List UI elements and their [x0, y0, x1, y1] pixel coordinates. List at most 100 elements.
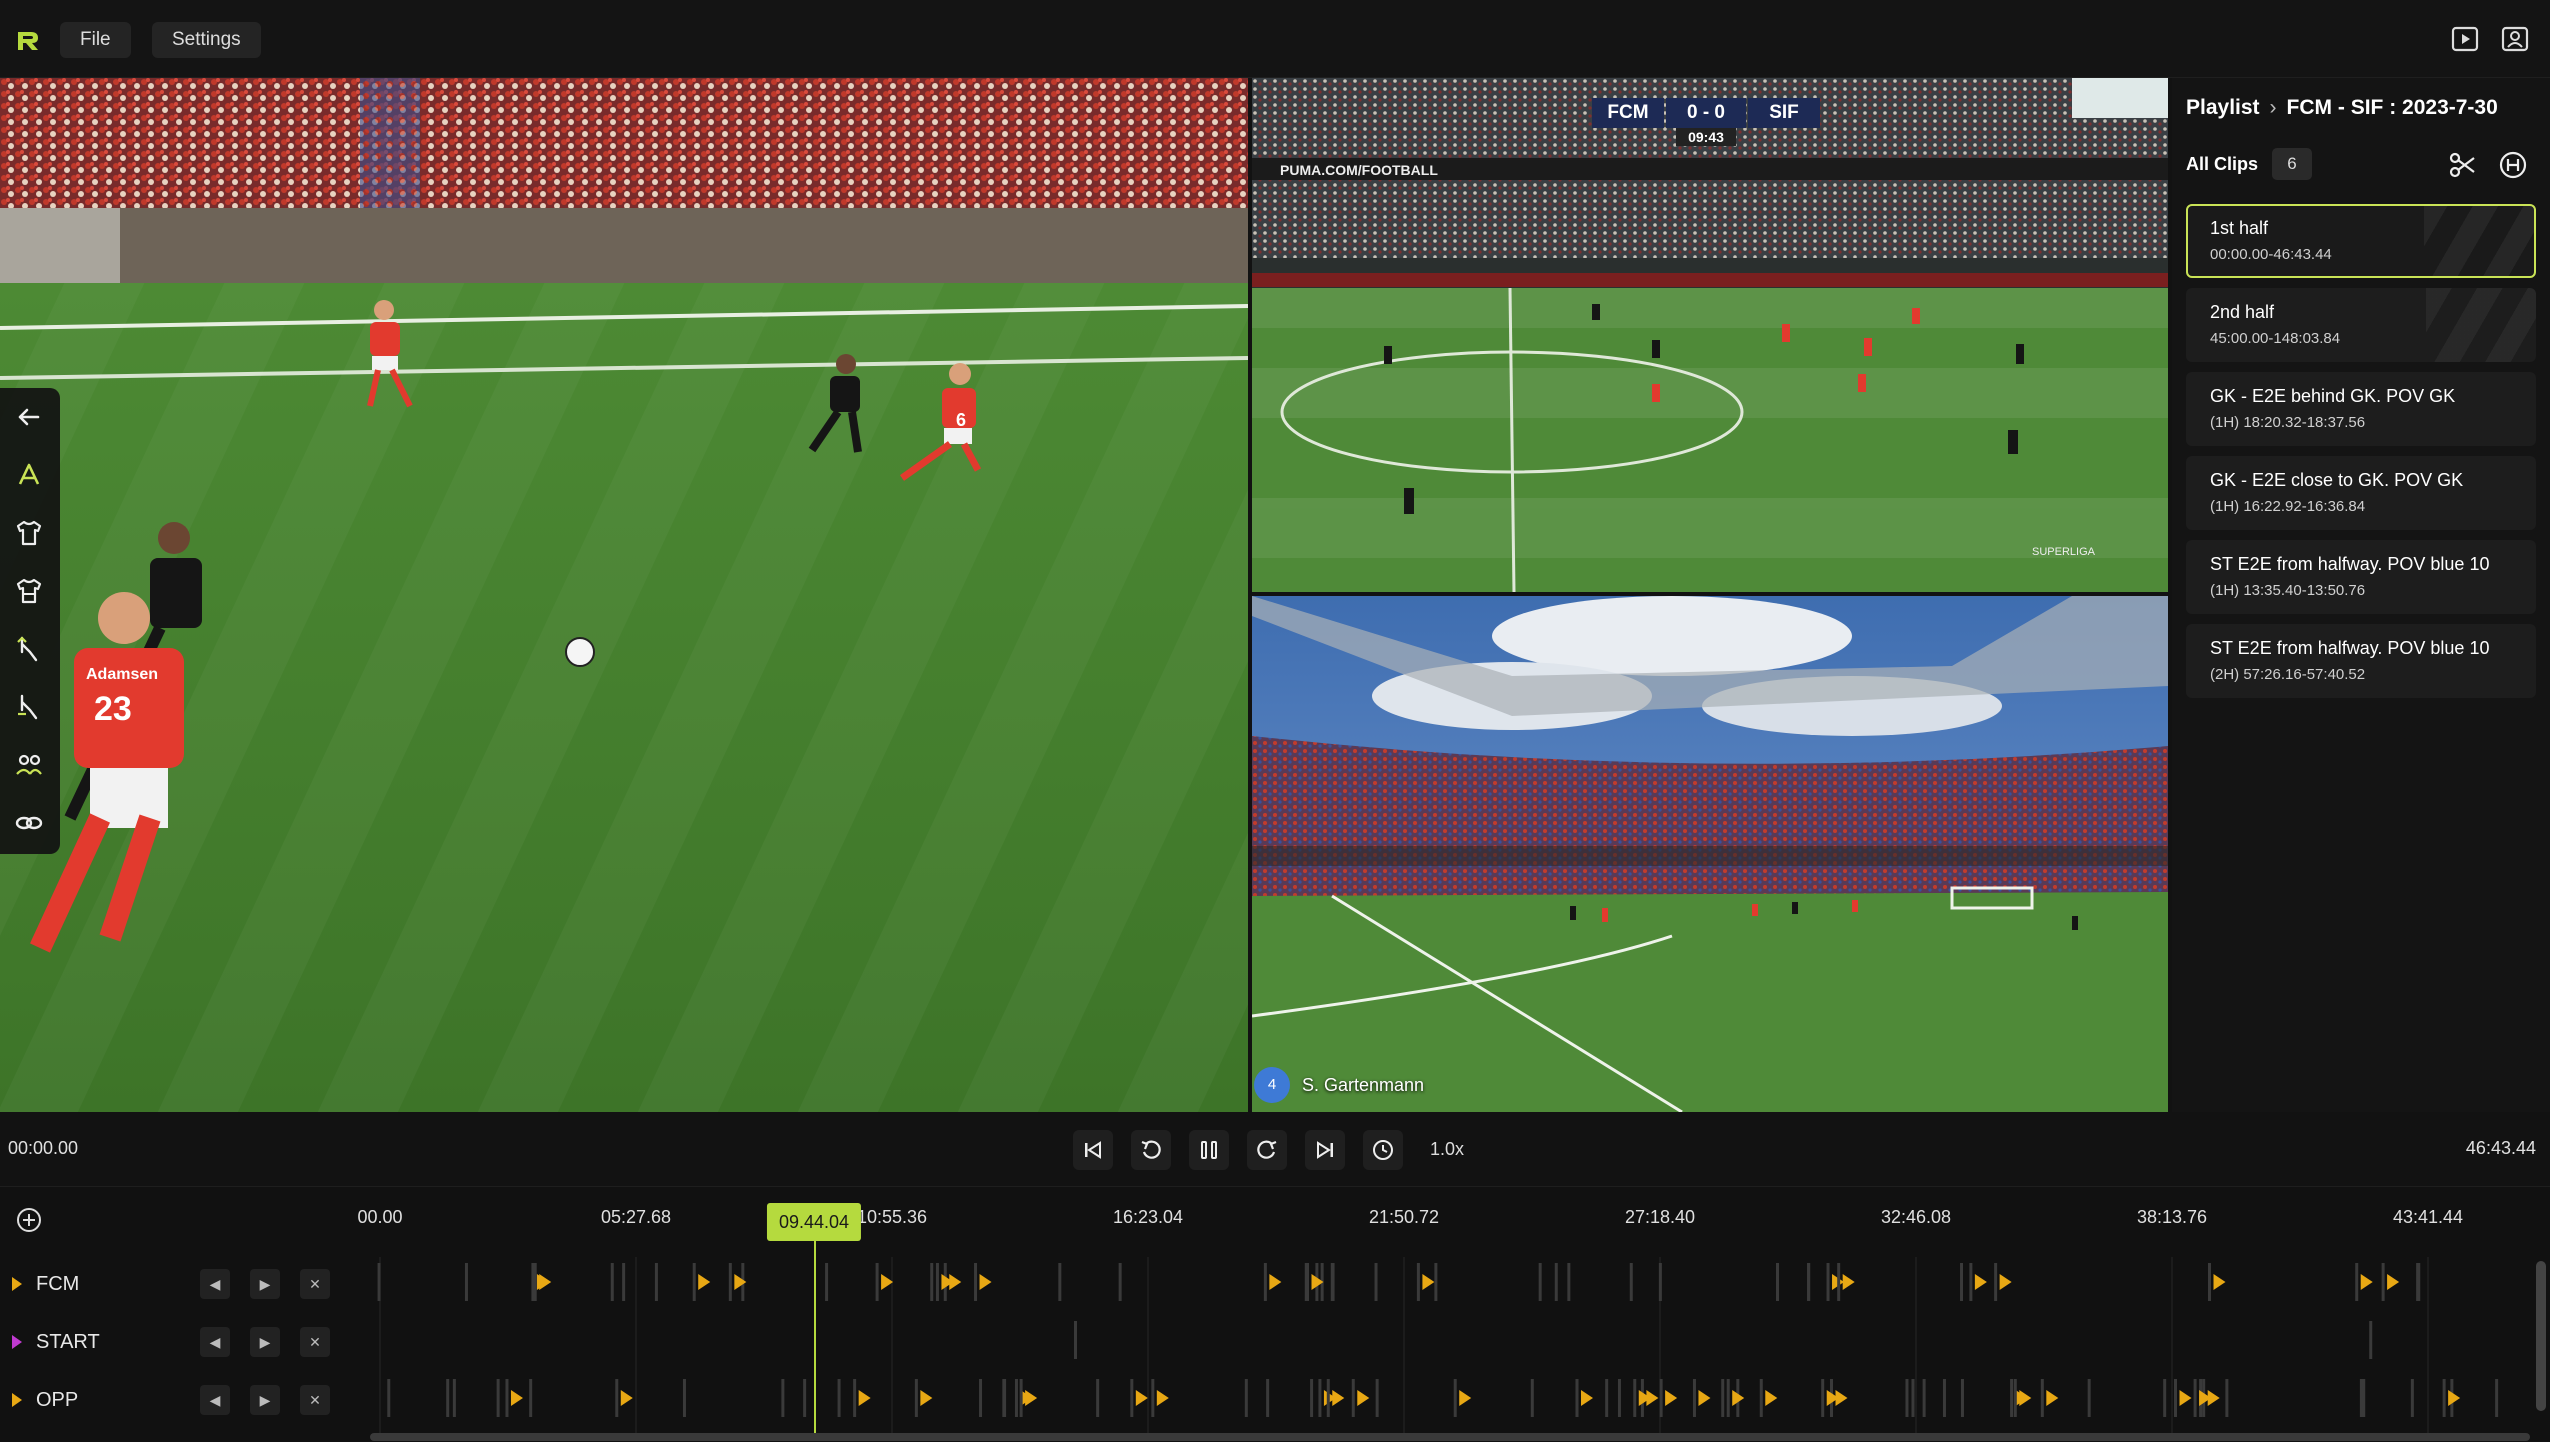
- track-play-icon[interactable]: [12, 1393, 22, 1407]
- next-event-button[interactable]: ▶: [250, 1327, 280, 1357]
- clip-title: GK - E2E close to GK. POV GK: [2210, 470, 2464, 490]
- highlight-icon[interactable]: [2496, 148, 2530, 182]
- track-fcm[interactable]: FCM ◀ ▶ ✕: [0, 1259, 360, 1309]
- app-logo-icon[interactable]: [14, 26, 42, 54]
- play-video-icon[interactable]: [2450, 24, 2480, 54]
- vertical-scrollbar[interactable]: [2536, 1261, 2546, 1411]
- track-play-icon[interactable]: [12, 1277, 22, 1291]
- playhead[interactable]: 09.44.04: [766, 1203, 862, 1241]
- event-marker: [510, 1390, 523, 1406]
- prev-event-button[interactable]: ◀: [200, 1327, 230, 1357]
- player-number: 4: [1254, 1067, 1290, 1103]
- event-marker: [1357, 1390, 1370, 1406]
- event-marker: [1580, 1390, 1593, 1406]
- stadium-view[interactable]: [1252, 596, 2168, 1112]
- back-arrow-icon[interactable]: [12, 400, 46, 434]
- clip-item[interactable]: GK - E2E behind GK. POV GK (1H) 18:20.32…: [2186, 372, 2536, 446]
- event-marker: [1135, 1390, 1148, 1406]
- event-marker: [1156, 1390, 1169, 1406]
- prev-event-button[interactable]: ◀: [200, 1385, 230, 1415]
- event-marker: [920, 1390, 933, 1406]
- pointer-hand-icon[interactable]: [12, 690, 46, 724]
- skip-end-icon: [1317, 1141, 1333, 1159]
- clip-time: (1H) 13:35.40-13:50.76: [2210, 582, 2366, 599]
- shirt-number: 23: [94, 690, 132, 728]
- event-marker: [1999, 1274, 2012, 1290]
- time-tick: 27:18.40: [1624, 1207, 1696, 1227]
- score: 0 - 0: [1666, 98, 1746, 128]
- home-team: FCM: [1592, 98, 1664, 128]
- event-marker: [1422, 1274, 1435, 1290]
- player-name: S. Gartenmann: [1302, 1074, 1425, 1095]
- horizontal-scrollbar[interactable]: [370, 1433, 2530, 1441]
- playback-speed[interactable]: 1.0x: [1430, 1139, 1464, 1160]
- remove-track-button[interactable]: ✕: [300, 1385, 330, 1415]
- main-3d-view[interactable]: Adamsen 23 6: [0, 78, 1248, 1112]
- clip-item[interactable]: ST E2E from halfway. POV blue 10 (1H) 13…: [2186, 540, 2536, 614]
- clip-item[interactable]: ST E2E from halfway. POV blue 10 (2H) 57…: [2186, 624, 2536, 698]
- remove-track-button[interactable]: ✕: [300, 1269, 330, 1299]
- time-tick: 16:23.04: [1112, 1207, 1184, 1227]
- total-time: 46:43.44: [2465, 1138, 2536, 1158]
- track-name: START: [36, 1330, 100, 1353]
- draw-cone-icon[interactable]: [12, 458, 46, 492]
- clock-button[interactable]: [1363, 1130, 1403, 1170]
- track-opp[interactable]: OPP ◀ ▶ ✕: [0, 1375, 360, 1425]
- clip-title: ST E2E from halfway. POV blue 10: [2210, 638, 2490, 658]
- broadcast-view[interactable]: PUMA.COM/FOOTBALL SUPERLIGA: [1252, 78, 2168, 592]
- breadcrumb-playlist[interactable]: Playlist: [2186, 96, 2260, 119]
- away-shirt-icon[interactable]: [12, 574, 46, 608]
- add-track-icon[interactable]: [14, 1205, 44, 1235]
- league-logo: SUPERLIGA: [2032, 546, 2095, 558]
- shirt-number-2: 6: [956, 410, 967, 430]
- event-marker: [2213, 1274, 2226, 1290]
- event-marker: [1974, 1274, 1987, 1290]
- player-tag[interactable]: 4 S. Gartenmann: [1254, 1066, 1424, 1104]
- file-menu[interactable]: File: [60, 22, 131, 58]
- skip-start-icon: [1085, 1141, 1101, 1159]
- next-event-button[interactable]: ▶: [250, 1269, 280, 1299]
- time-ruler[interactable]: 00.00 05:27.68 10:55.36 16:23.04 21:50.72 27:…: [356, 1207, 2536, 1237]
- playlist-panel: Playlist › FCM - SIF : 2023-7-30 All Clips…: [2172, 78, 2550, 1112]
- chevron-right-icon: ›: [2269, 96, 2277, 119]
- remove-track-button[interactable]: ✕: [300, 1327, 330, 1357]
- track-start[interactable]: START ◀ ▶ ✕: [0, 1317, 360, 1367]
- event-marker: [539, 1274, 552, 1290]
- clip-title: 2nd half: [2210, 302, 2275, 322]
- select-hand-icon[interactable]: [12, 632, 46, 666]
- track-name: OPP: [36, 1388, 79, 1411]
- ad-board-text: PUMA.COM/FOOTBALL: [1280, 162, 1438, 178]
- event-marker: [2387, 1274, 2400, 1290]
- scissors-icon[interactable]: [2446, 148, 2480, 182]
- clip-time: (1H) 18:20.32-18:37.56: [2210, 414, 2366, 431]
- event-marker: [1765, 1390, 1778, 1406]
- match-clock: 09:43: [1676, 128, 1736, 146]
- time-tick: 43:41.44: [2392, 1207, 2464, 1227]
- settings-menu[interactable]: Settings: [152, 22, 261, 58]
- chain-link-icon[interactable]: [12, 806, 46, 840]
- clip-item[interactable]: GK - E2E close to GK. POV GK (1H) 16:22.…: [2186, 456, 2536, 530]
- event-marker: [2046, 1390, 2059, 1406]
- player-link-icon[interactable]: [12, 748, 46, 782]
- rewind-button[interactable]: [1131, 1130, 1171, 1170]
- home-shirt-icon[interactable]: [12, 516, 46, 550]
- time-tick: 10:55.36: [856, 1207, 928, 1227]
- clip-time: (1H) 16:22.92-16:36.84: [2210, 498, 2366, 515]
- clip-item-2nd-half[interactable]: 2nd half 45:00.00-148:03.84: [2186, 288, 2536, 362]
- track-play-icon[interactable]: [12, 1335, 22, 1349]
- forward-button[interactable]: [1247, 1130, 1287, 1170]
- event-marker: [979, 1274, 992, 1290]
- forward-icon: [1257, 1140, 1277, 1159]
- prev-event-button[interactable]: ◀: [200, 1269, 230, 1299]
- skip-end-button[interactable]: [1305, 1130, 1345, 1170]
- clip-item-1st-half[interactable]: 1st half 00:00.00-46:43.44: [2186, 204, 2536, 278]
- time-tick: 21:50.72: [1368, 1207, 1440, 1227]
- pause-button[interactable]: [1189, 1130, 1229, 1170]
- track-area[interactable]: [356, 1257, 2536, 1437]
- time-tick: 00.00: [357, 1207, 403, 1227]
- timeline: 00.00 05:27.68 10:55.36 16:23.04 21:50.72 27:…: [0, 1186, 2550, 1442]
- skip-start-button[interactable]: [1073, 1130, 1113, 1170]
- next-event-button[interactable]: ▶: [250, 1385, 280, 1415]
- profile-icon[interactable]: [2500, 24, 2530, 54]
- event-marker: [1459, 1390, 1472, 1406]
